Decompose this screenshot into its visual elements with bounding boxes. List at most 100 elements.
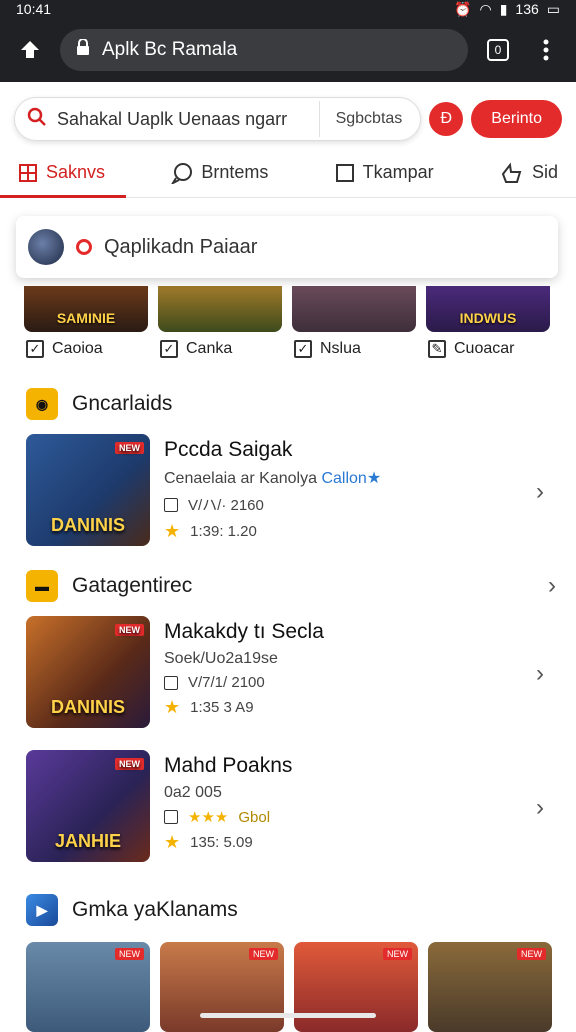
star-icon: ★ xyxy=(164,521,180,542)
signal-icon: ▮ xyxy=(500,1,508,18)
app-rating: ★ 1:35 3 A9 xyxy=(164,697,522,718)
check-label: Nslua xyxy=(320,340,361,358)
app-rating: ★135: 5.09 xyxy=(164,832,522,853)
tab-2[interactable]: Tkampar xyxy=(335,148,434,198)
app-rating: ★ 1:39: 1.20 xyxy=(164,521,522,542)
search-alt-label[interactable]: Sgbcbtas xyxy=(330,110,409,128)
tab-label: Brntems xyxy=(201,162,268,183)
suggestion-text: Qaplikadn Paiaar xyxy=(104,236,257,259)
tab-label: Sid xyxy=(532,162,558,183)
home-icon[interactable] xyxy=(12,32,48,68)
app-info: Mahd Poakns 0a2 005 ★★★ Gbol ★135: 5.09 xyxy=(164,750,522,862)
tab-label: Saknvs xyxy=(46,162,105,183)
app-subtitle-link[interactable]: Callon★ xyxy=(321,470,381,487)
app-meta-stars: ★★★ xyxy=(188,808,228,826)
tabs-count: 0 xyxy=(487,39,509,61)
battery-text: 136 xyxy=(515,1,538,17)
check-item-1[interactable]: ✓Canka xyxy=(160,340,294,358)
featured-thumb-1[interactable] xyxy=(158,286,282,332)
app-item-0[interactable]: NEW DANINIS Pccda Saigak Cenaelaia ar Ka… xyxy=(26,434,556,546)
app-rating-text: 1:35 3 A9 xyxy=(190,699,253,716)
section-title: Gmka yaKlanams xyxy=(72,898,238,922)
app-art: NEW DANINIS xyxy=(26,616,150,728)
url-text: Aplk Bc Ramala xyxy=(102,39,237,61)
chevron-right-icon[interactable]: › xyxy=(536,616,556,728)
app-art: NEW DANINIS xyxy=(26,434,150,546)
check-item-3[interactable]: ✎Cuoacar xyxy=(428,340,562,358)
app-meta: V/7/1/ 2100 xyxy=(164,674,522,691)
book-icon xyxy=(18,163,38,183)
tab-3[interactable]: Sid xyxy=(500,148,558,198)
check-item-2[interactable]: ✓ Nslua xyxy=(294,340,428,358)
battery-icon: ▭ xyxy=(547,1,560,18)
featured-thumb-0[interactable]: SAMINIE xyxy=(24,286,148,332)
search-divider xyxy=(319,101,320,137)
filter-checks: ✓Caoioa ✓Canka ✓ Nslua ✎Cuoacar xyxy=(26,340,562,358)
new-badge: NEW xyxy=(249,948,278,960)
star-icon: ★ xyxy=(164,697,180,718)
check-icon: ✓ xyxy=(294,340,312,358)
search-row: Sahakal Uaplk Uenaas ngarr Sgbcbtas Ð Be… xyxy=(0,90,576,148)
thumb-icon xyxy=(500,162,524,184)
featured-thumb-2[interactable] xyxy=(292,286,416,332)
search-submit-button[interactable]: Berinto xyxy=(471,100,562,138)
game-card[interactable]: NEW xyxy=(294,942,418,1032)
browser-toolbar: Aplk Bc Ramala 0 xyxy=(0,18,576,82)
lock-icon xyxy=(76,39,90,61)
app-meta-text: V/7/1/ 2100 xyxy=(188,674,265,691)
app-meta-text: V/ハ/· 2160 xyxy=(188,494,264,515)
app-meta-text: Gbol xyxy=(238,809,270,826)
app-subtitle: Soek/Uo2a19se xyxy=(164,650,522,668)
section-title: Gncarlaids xyxy=(72,392,172,416)
suggestion-dropdown[interactable]: Qaplikadn Paiaar xyxy=(16,216,558,278)
game-card[interactable]: NEW xyxy=(26,942,150,1032)
app-subtitle: 0a2 005 xyxy=(164,784,522,802)
section-header-third: ▶ Gmka yaKlanams xyxy=(26,894,238,926)
section-header-second: ▬ Gatagentirec › xyxy=(26,570,556,602)
tabs-button[interactable]: 0 xyxy=(480,32,516,68)
check-label: Cuoacar xyxy=(454,340,514,358)
game-icon: ◉ xyxy=(26,388,58,420)
app-item-1[interactable]: NEW DANINIS Makakdy tı Secla Soek/Uo2a19… xyxy=(26,616,556,728)
app-info: Pccda Saigak Cenaelaia ar Kanolya Callon… xyxy=(164,434,522,546)
app-name: Mahd Poakns xyxy=(164,754,522,778)
chevron-right-icon[interactable]: › xyxy=(536,434,556,546)
status-time: 10:41 xyxy=(16,1,51,17)
featured-thumb-3[interactable]: INDWUS xyxy=(426,286,550,332)
play-icon: ▶ xyxy=(26,894,58,926)
search-input[interactable]: Sahakal Uaplk Uenaas ngarr Sgbcbtas xyxy=(14,97,421,141)
tab-0[interactable]: Saknvs xyxy=(18,148,105,198)
status-bar: 10:41 ⏰ ◠ ▮ 136 ▭ xyxy=(0,0,576,18)
app-item-2[interactable]: NEW JANHIE Mahd Poakns 0a2 005 ★★★Gbol ★… xyxy=(26,750,556,862)
chevron-right-icon[interactable]: › xyxy=(548,572,556,600)
game-card[interactable]: NEW xyxy=(428,942,552,1032)
app-info: Makakdy tı Secla Soek/Uo2a19se V/7/1/ 21… xyxy=(164,616,522,728)
app-meta: ★★★ Gbol xyxy=(164,808,522,826)
menu-icon[interactable] xyxy=(528,32,564,68)
new-badge: NEW xyxy=(115,758,144,770)
new-badge: NEW xyxy=(115,624,144,636)
status-icons: ⏰ ◠ ▮ 136 ▭ xyxy=(454,1,560,18)
app-subtitle-text: Cenaelaia ar Kanolya xyxy=(164,470,317,487)
app-name: Pccda Saigak xyxy=(164,438,522,462)
game-card[interactable]: NEW xyxy=(160,942,284,1032)
app-meta: V/ハ/· 2160 xyxy=(164,494,522,515)
section-title: Gatagentirec xyxy=(72,574,534,598)
calendar-icon xyxy=(164,676,178,690)
app-rating-text: 135: 5.09 xyxy=(190,834,253,851)
new-badge: NEW xyxy=(517,948,546,960)
square-icon xyxy=(335,163,355,183)
featured-thumbnails: SAMINIE INDWUS xyxy=(24,286,550,332)
wifi-icon: ◠ xyxy=(479,1,491,18)
address-bar[interactable]: Aplk Bc Ramala xyxy=(60,29,468,71)
game-icon: ▬ xyxy=(26,570,58,602)
calendar-icon xyxy=(164,498,178,512)
tab-1[interactable]: Brntems xyxy=(171,148,268,198)
home-indicator[interactable] xyxy=(200,1013,376,1018)
profile-button[interactable]: Ð xyxy=(429,102,463,136)
check-item-0[interactable]: ✓Caoioa xyxy=(26,340,160,358)
check-icon: ✓ xyxy=(160,340,178,358)
app-rating-text: 1:39: 1.20 xyxy=(190,523,257,540)
chevron-right-icon[interactable]: › xyxy=(536,750,556,862)
record-icon xyxy=(76,239,92,255)
